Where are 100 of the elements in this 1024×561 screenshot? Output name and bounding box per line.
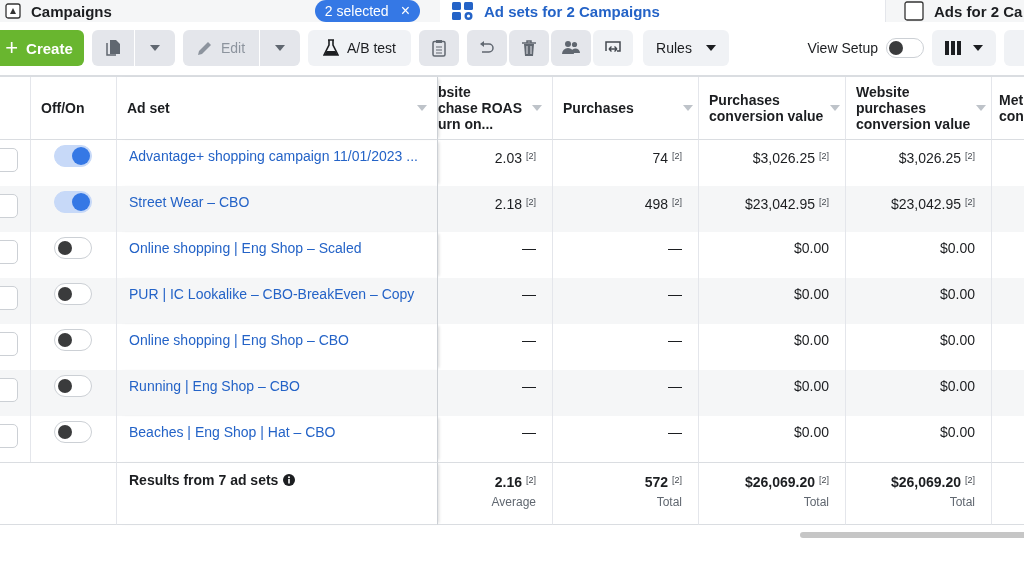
footnote-mark: [2] [672, 475, 682, 485]
table-cell: — [522, 424, 536, 440]
table-cell: — [522, 378, 536, 394]
table-cell: $0.00 [939, 332, 975, 348]
flask-icon [323, 39, 339, 57]
table-cell: $3,026.25 [752, 150, 815, 166]
toggle-switch[interactable] [54, 191, 92, 213]
footnote-mark: [2] [965, 151, 975, 161]
column-header[interactable]: bsite chase ROAS urn on... [438, 84, 523, 132]
columns-icon [945, 41, 961, 55]
column-header[interactable]: Met con [999, 92, 1024, 124]
table-cell: $0.00 [793, 286, 829, 302]
toggle-switch[interactable] [54, 421, 92, 443]
duplicate-icon [105, 39, 121, 57]
caret-icon [683, 105, 693, 111]
footnote-mark: [2] [819, 197, 829, 207]
summary-value: $26,069.20 [744, 474, 815, 490]
checkbox-icon [904, 1, 924, 21]
table-cell: $0.00 [793, 424, 829, 440]
column-header[interactable]: Ad set [127, 100, 170, 116]
footnote-mark: [2] [819, 151, 829, 161]
ad-set-link[interactable]: Online shopping | Eng Shop – Scaled [129, 239, 362, 257]
table-cell: $23,042.95 [890, 196, 961, 212]
column-header[interactable]: Purchases conversion value [709, 92, 824, 124]
table-cell: $0.00 [793, 240, 829, 256]
people-icon [562, 40, 580, 56]
summary-value: 2.16 [494, 474, 522, 490]
footnote-mark: [2] [965, 197, 975, 207]
summary-value: $26,069.20 [890, 474, 961, 490]
selection-chip[interactable]: 2 selected × [314, 0, 420, 22]
summary-value: 572 [644, 474, 668, 490]
table-cell: $3,026.25 [898, 150, 961, 166]
table-cell: 498 [644, 196, 668, 212]
summary-caption: Total [655, 494, 682, 511]
summary-caption: Total [802, 494, 829, 511]
table-cell: — [668, 286, 682, 302]
close-icon[interactable]: × [400, 2, 410, 20]
summary-caption: Average [490, 494, 536, 511]
ad-set-link[interactable]: Advantage+ shopping campaign 11/01/2023 ... [129, 147, 418, 165]
ad-set-link[interactable]: Street Wear – CBO [129, 193, 250, 211]
toggle-switch[interactable] [54, 145, 92, 167]
table-cell: — [522, 286, 536, 302]
view-setup-label: View Setup [807, 40, 878, 56]
column-header[interactable]: Purchases [563, 100, 634, 116]
table-cell: 2.03 [494, 150, 522, 166]
scrollbar[interactable] [800, 532, 1024, 538]
tab[interactable]: Ad sets for 2 Campaigns [440, 0, 885, 22]
table-cell: — [668, 240, 682, 256]
tab[interactable]: Ads for 2 Ca [885, 0, 1024, 22]
clipboard-icon [432, 39, 446, 57]
table-cell: $0.00 [939, 240, 975, 256]
table-cell: — [668, 424, 682, 440]
toggle-switch[interactable] [54, 329, 92, 351]
caret-icon [275, 45, 285, 51]
column-header[interactable]: Website purchases conversion value [856, 84, 971, 132]
table-cell: — [668, 378, 682, 394]
caret-icon [830, 105, 840, 111]
table-cell: — [668, 332, 682, 348]
caret-icon [973, 45, 983, 51]
columns-button[interactable] [932, 30, 996, 66]
table-cell: $0.00 [939, 378, 975, 394]
table-cell: — [522, 332, 536, 348]
ad-set-link[interactable]: Beaches | Eng Shop | Hat – CBO [129, 423, 336, 441]
info-icon [283, 474, 296, 486]
summary-label: Results from 7 ad sets [129, 471, 279, 489]
trash-icon [522, 40, 536, 56]
footnote-mark: [2] [819, 475, 829, 485]
icon-button[interactable] [593, 30, 633, 66]
table-cell: $0.00 [793, 378, 829, 394]
dropdown-button[interactable] [260, 30, 300, 66]
table-cell: $0.00 [939, 286, 975, 302]
toggle-switch[interactable] [54, 375, 92, 397]
table-cell: $0.00 [793, 332, 829, 348]
ad-set-link[interactable]: Online shopping | Eng Shop – CBO [129, 331, 349, 349]
campaign-icon [5, 3, 21, 19]
pencil-icon [196, 40, 213, 56]
caret-icon [150, 45, 160, 51]
table-cell: 74 [652, 150, 668, 166]
footnote-mark: [2] [526, 197, 536, 207]
table-cell: 2.18 [494, 196, 522, 212]
footnote-mark: [2] [526, 151, 536, 161]
toggle-switch[interactable] [54, 237, 92, 259]
caret-icon [976, 105, 986, 111]
grid-icon [452, 2, 474, 20]
caret-icon [417, 105, 427, 111]
caret-icon [532, 105, 542, 111]
column-header[interactable]: Off/On [41, 100, 85, 116]
footnote-mark: [2] [965, 475, 975, 485]
table-cell: — [522, 240, 536, 256]
undo-icon [479, 41, 495, 55]
toggle-switch[interactable] [886, 38, 924, 58]
table-cell: $0.00 [939, 424, 975, 440]
toggle-switch[interactable] [54, 283, 92, 305]
table-cell: $23,042.95 [744, 196, 815, 212]
summary-caption: Total [948, 494, 975, 511]
plus-icon: + [5, 35, 19, 61]
footnote-mark: [2] [526, 475, 536, 485]
dropdown-button[interactable] [135, 30, 175, 66]
ab-test-button[interactable]: A/B test [308, 30, 411, 66]
rules-button[interactable]: Rules [643, 30, 729, 66]
